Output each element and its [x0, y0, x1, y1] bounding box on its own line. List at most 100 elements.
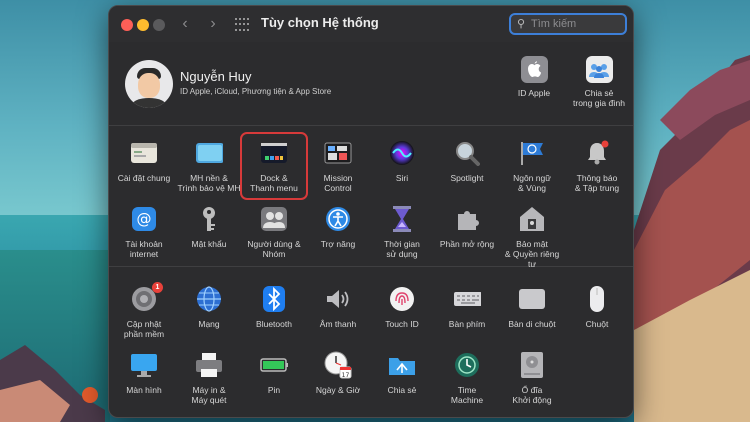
pref-users-groups[interactable]: Người dùng & Nhóm	[242, 205, 306, 259]
users-groups-icon	[260, 205, 288, 233]
back-button[interactable]: ‹	[175, 14, 195, 34]
notifications-icon	[583, 139, 611, 167]
pref-label: Dock & Thanh menu	[250, 173, 298, 193]
software-update-icon: 1	[130, 282, 163, 313]
system-preferences-window: ‹ › Tùy chọn Hệ thống ⚲ Nguyễn Huy ID Ap…	[108, 5, 634, 418]
pref-label: ID Apple	[517, 88, 551, 98]
pref-notifications[interactable]: Thông báo & Tập trung	[565, 139, 629, 193]
pref-passwords[interactable]: Mật khẩu	[177, 205, 241, 249]
close-button[interactable]	[121, 19, 133, 31]
pref-label: Máy in & Máy quét	[191, 385, 227, 405]
startup-disk-icon	[518, 351, 546, 379]
show-all-grid-icon[interactable]	[235, 18, 249, 32]
dock-menubar-icon	[260, 139, 288, 167]
pref-touch-id[interactable]: Touch ID	[370, 285, 434, 329]
pref-internet-accounts[interactable]: @ Tài khoản internet	[112, 205, 176, 259]
pref-network[interactable]: Mạng	[177, 285, 241, 329]
minimize-button[interactable]	[137, 19, 149, 31]
pref-label: Bàn phím	[448, 319, 486, 329]
pref-label: Trợ năng	[320, 239, 356, 249]
spotlight-icon	[453, 139, 481, 167]
pref-label: Chia sẻ	[387, 385, 417, 395]
pref-siri[interactable]: Siri	[370, 139, 434, 183]
bluetooth-icon	[260, 285, 288, 313]
pref-accessibility[interactable]: Trợ năng	[306, 205, 370, 249]
pref-label: Touch ID	[385, 319, 419, 329]
battery-icon	[260, 351, 288, 379]
pref-trackpad[interactable]: Bàn di chuột	[500, 285, 564, 329]
pref-label: Ổ đĩa Khởi động	[512, 385, 552, 405]
zoom-button[interactable]	[153, 19, 165, 31]
extensions-icon	[453, 205, 481, 233]
apple-id-banner: Nguyễn Huy ID Apple, iCloud, Phương tiện…	[109, 42, 633, 125]
pref-keyboard[interactable]: Bàn phím	[435, 285, 499, 329]
account-subtitle: ID Apple, iCloud, Phương tiện & App Stor…	[180, 87, 332, 96]
pref-apple-id[interactable]: ID Apple	[499, 56, 569, 98]
pref-family-sharing[interactable]: Chia sẻ trong gia đình	[564, 56, 633, 108]
pref-screen-time[interactable]: Thời gian sử dụng	[370, 205, 434, 259]
pref-label: Màn hình	[126, 385, 162, 395]
pref-date-time[interactable]: 17 Ngày & Giờ	[306, 351, 370, 395]
time-machine-icon	[453, 351, 481, 379]
search-field[interactable]: ⚲	[509, 13, 627, 35]
network-icon	[195, 285, 223, 313]
pref-bluetooth[interactable]: Bluetooth	[242, 285, 306, 329]
pref-mission-control[interactable]: Mission Control	[306, 139, 370, 193]
forward-button[interactable]: ›	[203, 14, 223, 34]
pref-extensions[interactable]: Phần mở rộng	[435, 205, 499, 249]
pref-label: Âm thanh	[319, 319, 357, 329]
trackpad-icon	[518, 285, 546, 313]
pref-printers-scanners[interactable]: Máy in & Máy quét	[177, 351, 241, 405]
touch-id-icon	[388, 285, 416, 313]
pref-label: Bluetooth	[256, 319, 292, 329]
screen-time-icon	[388, 205, 416, 233]
search-input[interactable]	[531, 16, 621, 32]
svg-text:17: 17	[342, 372, 350, 379]
printers-scanners-icon	[195, 351, 223, 379]
pref-startup-disk[interactable]: Ổ đĩa Khởi động	[500, 351, 564, 405]
passwords-icon	[195, 205, 223, 233]
mouse-icon	[583, 285, 611, 313]
date-time-icon: 17	[324, 351, 352, 379]
title-bar: ‹ › Tùy chọn Hệ thống ⚲	[109, 6, 633, 42]
pref-sharing[interactable]: Chia sẻ	[370, 351, 434, 395]
search-icon: ⚲	[517, 18, 526, 30]
pref-general[interactable]: Cài đặt chung	[112, 139, 176, 183]
pref-displays[interactable]: Màn hình	[112, 351, 176, 395]
pref-label: Pin	[267, 385, 281, 395]
pref-label: Spotlight	[450, 173, 484, 183]
pref-battery[interactable]: Pin	[242, 351, 306, 395]
language-region-icon	[518, 139, 546, 167]
general-icon	[130, 139, 158, 167]
pref-dock-menubar[interactable]: Dock & Thanh menu	[240, 132, 308, 200]
pref-spotlight[interactable]: Spotlight	[435, 139, 499, 183]
pref-language-region[interactable]: Ngôn ngữ & Vùng	[500, 139, 564, 193]
pref-label: Bảo mật & Quyền riêng tư	[504, 239, 560, 269]
pref-time-machine[interactable]: Time Machine	[435, 351, 499, 405]
account-name: Nguyễn Huy	[180, 69, 252, 84]
pref-label: Time Machine	[450, 385, 484, 405]
pref-label: Bàn di chuột	[508, 319, 556, 329]
pref-software-update[interactable]: 1 Cập nhật phần mềm	[112, 282, 176, 339]
pref-label: Thời gian sử dụng	[384, 239, 420, 259]
pref-label: Ngôn ngữ & Vùng	[513, 173, 551, 193]
pref-mouse[interactable]: Chuột	[565, 285, 629, 329]
pref-security-privacy[interactable]: Bảo mật & Quyền riêng tư	[500, 205, 564, 269]
pref-label: Chia sẻ trong gia đình	[573, 88, 625, 108]
keyboard-icon	[453, 285, 481, 313]
pref-label: Mission Control	[323, 173, 353, 193]
avatar[interactable]	[125, 60, 173, 108]
update-badge: 1	[152, 282, 163, 293]
pref-label: Tài khoản internet	[125, 239, 163, 259]
pref-label: MH nền & Trình bảo vệ MH	[177, 173, 241, 193]
pref-label: Cập nhật phần mềm	[123, 319, 165, 339]
pref-sound[interactable]: Âm thanh	[306, 285, 370, 329]
internet-accounts-icon: @	[130, 205, 158, 233]
pref-label: Phần mở rộng	[439, 239, 495, 249]
pref-label: Siri	[395, 173, 409, 183]
svg-text:@: @	[137, 210, 152, 228]
pref-label: Mật khẩu	[191, 239, 227, 249]
pref-desktop-screensaver[interactable]: MH nền & Trình bảo vệ MH	[177, 139, 241, 193]
pref-label: Thông báo & Tập trung	[574, 173, 620, 193]
mission-control-icon	[324, 139, 352, 167]
